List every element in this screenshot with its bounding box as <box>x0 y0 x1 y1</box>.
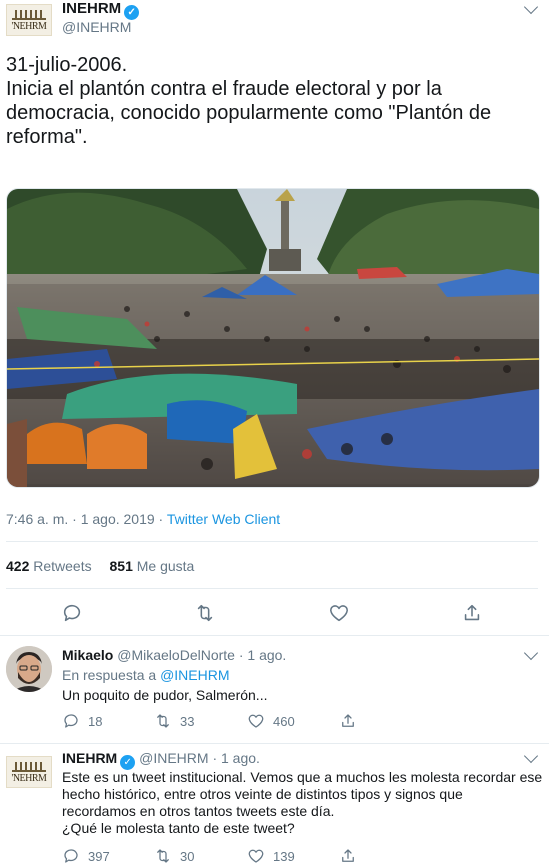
protest-camp-photo <box>7 189 539 487</box>
retweets-stat[interactable]: 422 Retweets <box>6 558 92 574</box>
separator <box>6 541 538 542</box>
tweet-timestamp: 7:46 a. m. · 1 ago. 2019 · Twitter Web C… <box>6 511 280 527</box>
reply-author-handle[interactable]: @MikaeloDelNorte <box>117 647 235 663</box>
author-name-row[interactable]: INEHRM ✓ <box>62 0 140 20</box>
author-handle[interactable]: @INEHRM <box>62 19 131 35</box>
likes-label: Me gusta <box>136 558 195 574</box>
share-icon[interactable] <box>461 602 483 624</box>
reply-to-line: En respuesta a @INEHRM <box>62 667 230 683</box>
reply-text-line: hecho histórico, entre otros veinte de d… <box>62 786 463 802</box>
separator <box>0 743 549 744</box>
like-action[interactable]: 460 <box>247 712 295 730</box>
heart-icon <box>248 714 264 728</box>
retweet-action[interactable]: 33 <box>154 712 194 730</box>
tweet-text-line: 31-julio-2006. <box>6 54 128 76</box>
retweet-icon <box>157 714 169 728</box>
reply-count: 397 <box>88 848 110 864</box>
share-icon <box>342 714 354 727</box>
retweets-label: Retweets <box>33 558 92 574</box>
tweet-photo[interactable] <box>6 188 540 488</box>
share-action[interactable] <box>339 847 365 865</box>
tweet-text-line: reforma". <box>6 126 88 148</box>
tweet-text-line: Inicia el plantón contra el fraude elect… <box>6 78 442 100</box>
heart-icon <box>248 849 264 863</box>
avatar-logo-text: 'NEHRM <box>11 772 47 784</box>
retweet-icon[interactable] <box>194 602 216 624</box>
chevron-down-icon[interactable] <box>523 748 539 764</box>
tweet-client-link[interactable]: Twitter Web Client <box>167 511 280 527</box>
reply-text-line: Este es un tweet institucional. Vemos qu… <box>62 769 543 785</box>
author-name[interactable]: INEHRM <box>62 0 121 17</box>
reply-to-prefix: En respuesta a <box>62 667 161 683</box>
reply-date[interactable]: · 1 ago. <box>212 750 259 766</box>
reply-icon[interactable] <box>61 602 83 624</box>
inehrm-avatar[interactable]: 'NEHRM <box>6 756 52 788</box>
avatar-logo-text: 'NEHRM <box>11 20 47 32</box>
like-action[interactable]: 139 <box>247 847 295 865</box>
like-count: 460 <box>273 713 295 729</box>
reply-author-handle[interactable]: @INEHRM <box>139 750 208 766</box>
heart-icon[interactable] <box>328 602 350 624</box>
building-logo-icon <box>12 9 46 20</box>
retweet-action[interactable]: 30 <box>154 847 194 865</box>
chevron-down-icon[interactable] <box>523 645 539 661</box>
retweet-icon <box>157 849 169 863</box>
reply-date[interactable]: · 1 ago. <box>239 647 286 663</box>
like-count: 139 <box>273 848 295 864</box>
building-logo-icon <box>12 761 46 772</box>
retweets-count: 422 <box>6 558 30 574</box>
reply-action[interactable]: 18 <box>62 712 102 730</box>
reply-action[interactable]: 397 <box>62 847 110 865</box>
reply-text-line: recordamos en otros tantos tweets este d… <box>62 803 335 819</box>
tweet-text-line: democracia, conocido popularmente como "… <box>6 102 492 124</box>
chevron-down-icon[interactable] <box>523 0 539 15</box>
verified-badge-icon: ✓ <box>124 5 140 20</box>
user-photo-icon <box>6 646 52 692</box>
reply-author-name[interactable]: INEHRM <box>62 750 117 766</box>
reply-header: INEHRM ✓ @INEHRM · 1 ago. <box>62 750 260 770</box>
reply-author-name[interactable]: Mikaelo <box>62 647 113 663</box>
reply-text: Un poquito de pudor, Salmerón... <box>62 687 268 703</box>
reply-text: Este es un tweet institucional. Vemos qu… <box>62 769 546 837</box>
tweet-stats: 422 Retweets 851 Me gusta <box>6 558 194 574</box>
retweet-count: 33 <box>180 713 195 729</box>
reply-text-line: ¿Qué le molesta tanto de este tweet? <box>62 820 295 836</box>
retweet-count: 30 <box>180 848 195 864</box>
tweet-text: 31-julio-2006. Inicia el plantón contra … <box>6 53 546 149</box>
separator <box>6 588 538 589</box>
verified-badge-icon: ✓ <box>120 755 136 770</box>
reply-header: Mikaelo @MikaeloDelNorte · 1 ago. <box>62 647 286 663</box>
reply-icon <box>64 849 78 863</box>
inehrm-avatar[interactable]: 'NEHRM <box>6 4 52 36</box>
likes-stat[interactable]: 851 Me gusta <box>110 558 195 574</box>
likes-count: 851 <box>109 558 133 574</box>
mikaelo-avatar[interactable] <box>6 646 52 692</box>
tweet-time[interactable]: 7:46 a. m. · 1 ago. 2019 · <box>6 511 167 527</box>
separator <box>0 635 549 636</box>
reply-icon <box>64 714 78 728</box>
reply-count: 18 <box>88 713 103 729</box>
share-icon <box>342 849 354 862</box>
reply-to-handle[interactable]: @INEHRM <box>160 667 229 683</box>
share-action[interactable] <box>339 712 365 730</box>
